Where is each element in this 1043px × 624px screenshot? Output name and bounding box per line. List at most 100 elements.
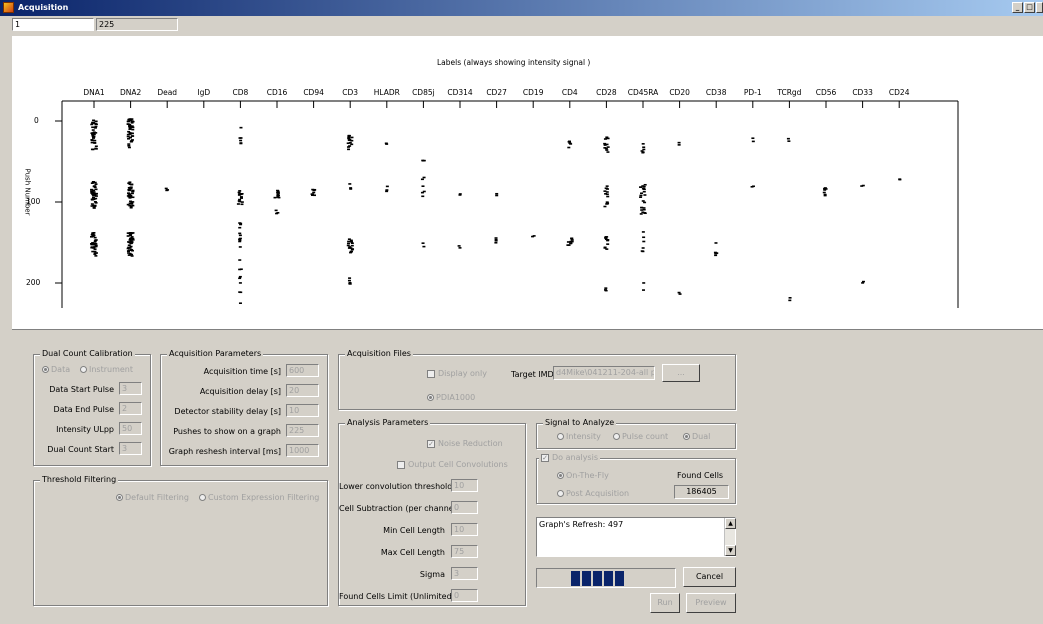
event-dot xyxy=(273,196,277,199)
cell-subtraction-field[interactable]: 0 xyxy=(451,501,478,514)
event-dot xyxy=(788,297,792,299)
event-dot xyxy=(346,242,350,245)
preview-button[interactable]: Preview xyxy=(686,593,736,613)
intensity-ulpp-field[interactable]: 50 xyxy=(119,422,142,435)
event-dot xyxy=(130,192,134,195)
detector-delay-field[interactable]: 10 xyxy=(286,404,319,417)
event-dot xyxy=(238,190,242,192)
noise-reduction-checkbox[interactable]: ✓ Noise Reduction xyxy=(427,439,503,448)
acq-delay-field[interactable]: 20 xyxy=(286,384,319,397)
event-dot xyxy=(495,194,499,197)
event-dot xyxy=(640,206,644,209)
data-radio[interactable]: Data xyxy=(42,365,70,374)
max-cell-length-field[interactable]: 75 xyxy=(451,545,478,558)
data-start-pulse-label: Data Start Pulse xyxy=(49,385,114,394)
event-dot xyxy=(276,194,280,197)
event-dot xyxy=(421,185,425,188)
pdia-radio[interactable]: PDIA1000 xyxy=(427,393,475,402)
event-dot xyxy=(421,195,425,198)
event-dot xyxy=(130,122,134,124)
lower-threshold-field[interactable]: 10 xyxy=(451,479,478,492)
event-dot xyxy=(238,237,242,240)
event-dot xyxy=(346,146,350,148)
event-dot xyxy=(92,206,96,209)
run-button[interactable]: Run xyxy=(650,593,680,613)
event-dot xyxy=(236,203,240,205)
min-cell-length-field[interactable]: 10 xyxy=(451,523,478,536)
event-dot xyxy=(129,202,133,205)
window-titlebar[interactable]: Acquisition _ □ xyxy=(0,0,1043,16)
target-imd-field[interactable]: d4Mike\041211-204-all panels.imd xyxy=(553,366,655,380)
data-start-pulse-field[interactable]: 3 xyxy=(119,382,142,395)
refresh-interval-field[interactable]: 1000 xyxy=(286,444,319,457)
top-field-1[interactable]: 1 xyxy=(12,18,94,31)
found-limit-field[interactable]: 0 xyxy=(451,589,478,602)
browse-button[interactable]: ... xyxy=(662,364,700,382)
event-dot xyxy=(750,186,754,188)
app-icon xyxy=(3,2,14,13)
event-dot xyxy=(606,151,610,153)
dual-count-start-field[interactable]: 3 xyxy=(119,442,142,455)
event-dot xyxy=(347,247,351,249)
event-dot xyxy=(90,190,94,193)
event-dot xyxy=(239,139,243,142)
threshold-group: Threshold Filtering Default Filtering Cu… xyxy=(33,475,328,606)
event-dot xyxy=(349,251,353,254)
log-memo[interactable]: Graph's Refresh: 497 ▲ ▼ xyxy=(536,517,736,557)
event-dot xyxy=(238,246,242,248)
intensity-radio[interactable]: Intensity xyxy=(557,432,601,441)
event-dot xyxy=(348,138,352,141)
acq-time-field[interactable]: 600 xyxy=(286,364,319,377)
pushes-field[interactable]: 225 xyxy=(286,424,319,437)
event-dot xyxy=(94,147,98,150)
scroll-down-icon[interactable]: ▼ xyxy=(725,545,736,556)
dual-radio[interactable]: Dual xyxy=(683,432,710,441)
event-dot xyxy=(127,137,131,140)
event-dot xyxy=(385,190,389,193)
log-scrollbar[interactable]: ▲ ▼ xyxy=(724,518,736,556)
on-the-fly-radio[interactable]: On-The-Fly xyxy=(557,471,609,480)
event-dot xyxy=(494,241,498,244)
event-dot xyxy=(127,144,131,147)
pulse-count-radio[interactable]: Pulse count xyxy=(613,432,668,441)
event-dot xyxy=(531,235,535,238)
event-dot xyxy=(90,189,94,191)
close-icon[interactable] xyxy=(1036,2,1043,13)
event-dot xyxy=(239,222,243,225)
do-analysis-checkbox[interactable]: ✓ Do analysis xyxy=(539,453,600,462)
maximize-icon[interactable]: □ xyxy=(1024,2,1035,13)
event-dot xyxy=(347,136,351,139)
minimize-icon[interactable]: _ xyxy=(1012,2,1023,13)
analysis-label: Analysis Parameters xyxy=(345,418,431,427)
default-filtering-radio[interactable]: Default Filtering xyxy=(116,493,189,502)
plot-area: Labels (always showing intensity signal … xyxy=(12,36,1043,330)
event-dot xyxy=(93,253,97,255)
event-dot xyxy=(240,201,244,203)
display-only-checkbox[interactable]: Display only xyxy=(427,369,487,378)
event-dot xyxy=(128,181,132,184)
scroll-up-icon[interactable]: ▲ xyxy=(725,518,736,529)
event-dot xyxy=(91,242,95,244)
post-acquisition-radio[interactable]: Post Acquisition xyxy=(557,489,629,498)
custom-filtering-radio[interactable]: Custom Expression Filtering xyxy=(199,493,319,502)
acq-files-label: Acquisition Files xyxy=(345,349,413,358)
event-dot xyxy=(128,123,132,126)
output-convolutions-checkbox[interactable]: Output Cell Convolutions xyxy=(397,460,508,469)
cancel-button[interactable]: Cancel xyxy=(683,567,736,587)
event-dot xyxy=(347,238,351,240)
data-end-pulse-field[interactable]: 2 xyxy=(119,402,142,415)
sigma-label: Sigma xyxy=(419,570,445,579)
event-dot xyxy=(603,144,607,146)
event-dot xyxy=(166,189,170,191)
event-dot xyxy=(94,120,98,123)
intensity-ulpp-label: Intensity ULpp xyxy=(56,425,114,434)
event-dot xyxy=(94,183,98,185)
event-dot xyxy=(566,241,570,243)
top-field-2[interactable]: 225 xyxy=(96,18,178,31)
event-dot xyxy=(92,137,96,139)
event-dot xyxy=(603,142,607,145)
event-dot xyxy=(93,248,97,250)
sigma-field[interactable]: 3 xyxy=(451,567,478,580)
instrument-radio[interactable]: Instrument xyxy=(80,365,133,374)
event-dot xyxy=(640,150,644,152)
